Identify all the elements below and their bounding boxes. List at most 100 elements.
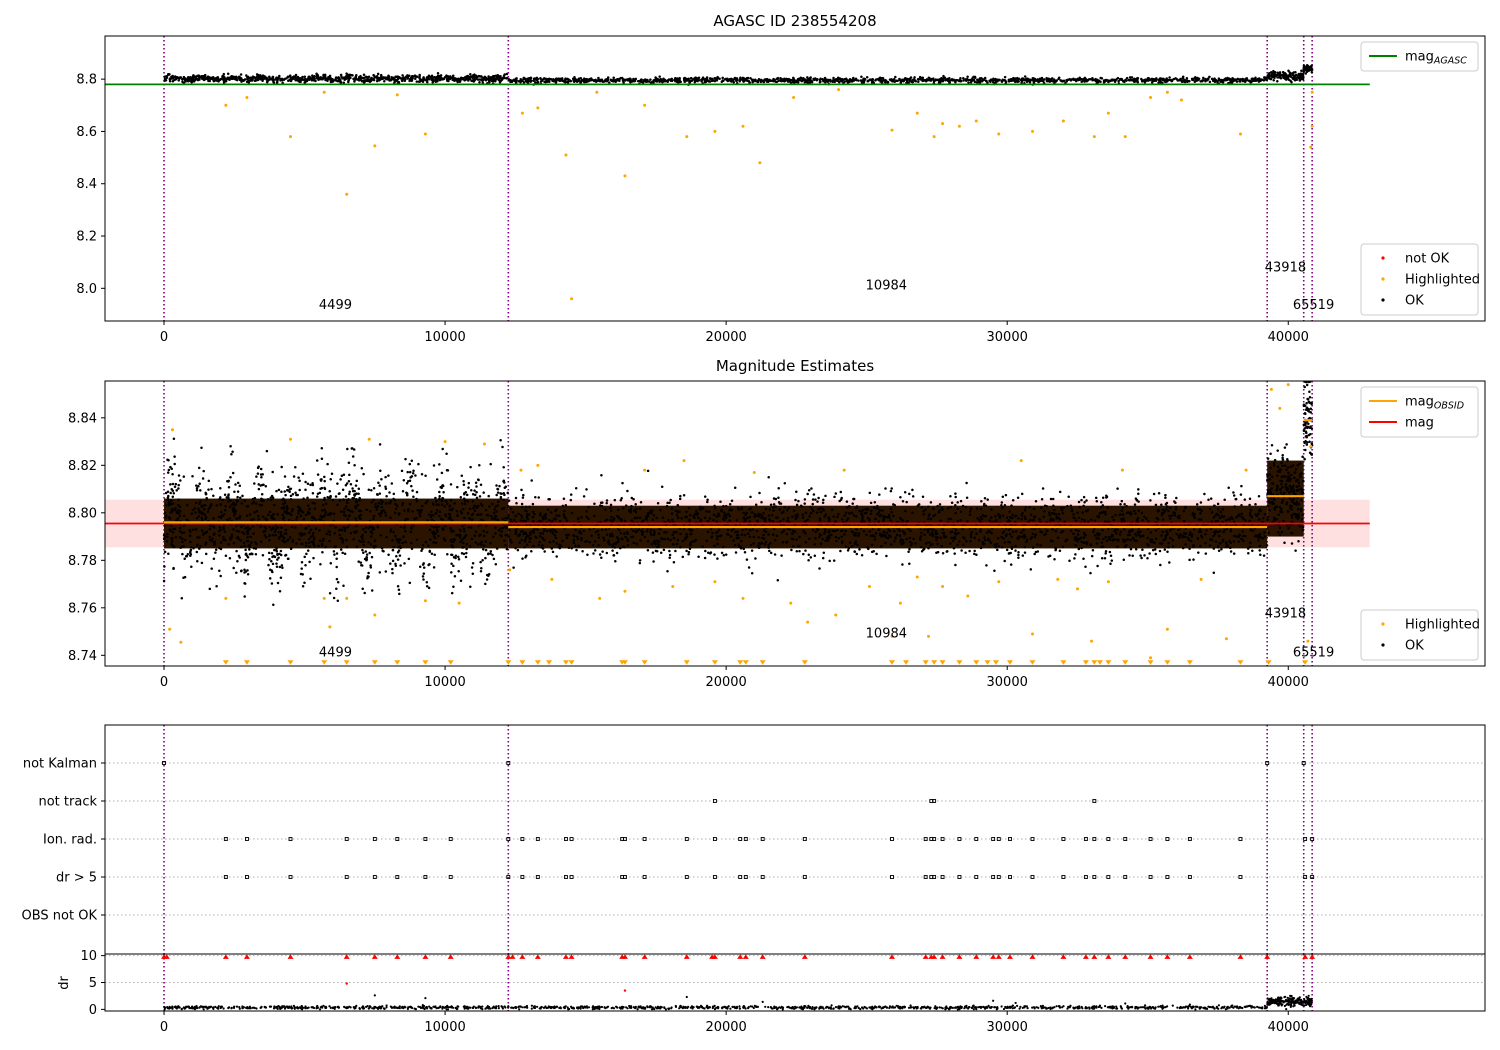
mid-ok-point	[245, 514, 249, 517]
mid-ok-point	[250, 552, 254, 556]
mid-ok-point	[415, 500, 419, 503]
mid-ok-point	[1191, 513, 1194, 517]
top-lower-legend-label: OK	[1405, 294, 1424, 309]
mid-ok-point	[345, 538, 348, 542]
mid-ok-point	[462, 552, 466, 556]
mid-ok-point	[712, 518, 715, 522]
mid-ok-point	[303, 555, 306, 559]
top-ok-point	[1282, 72, 1286, 75]
mid-ok-point	[204, 491, 207, 495]
mid-ok-point	[482, 529, 485, 533]
mid-ok-point	[401, 541, 405, 545]
mid-ok-point	[459, 510, 463, 513]
mid-ok-point	[250, 541, 253, 544]
mid-ok-point	[1082, 495, 1086, 499]
mid-ok-point	[362, 540, 366, 543]
mid-ok-point	[889, 543, 893, 546]
mid-ok-point	[194, 528, 198, 531]
top-highlighted-point	[288, 135, 292, 139]
top-ok-point	[1070, 78, 1073, 81]
mid-ok-point	[459, 495, 463, 499]
mid-ok-point	[537, 496, 540, 499]
mid-ok-point	[316, 492, 320, 495]
mid-ok-point	[598, 553, 602, 556]
mid-ok-point	[202, 469, 205, 473]
mid-ok-point	[474, 541, 478, 544]
mid-ok-point	[471, 518, 474, 521]
mid-ok-point	[335, 557, 338, 560]
mid-ok-point	[434, 541, 438, 544]
top-ok-point	[457, 78, 461, 82]
mid-ok-point	[493, 508, 496, 511]
mid-ok-point	[411, 489, 414, 492]
top-ok-point	[652, 81, 655, 84]
mid-ok-point	[689, 514, 692, 517]
mid-ok-point	[1127, 511, 1130, 514]
mid-ok-point	[238, 556, 241, 559]
mid-ok-point	[254, 547, 258, 550]
mid-ok-point	[503, 486, 507, 489]
mid-ok-point	[286, 489, 290, 492]
mid-ok-point	[1243, 498, 1247, 501]
mid-ok-point	[565, 519, 569, 523]
top-ok-point	[1297, 76, 1301, 80]
top-highlighted-point	[1238, 132, 1242, 136]
top-ok-point	[502, 74, 506, 77]
top-ok-point	[985, 79, 988, 83]
mid-ok-point	[311, 532, 315, 535]
top-ok-point	[625, 78, 629, 81]
top-ok-point	[389, 78, 393, 82]
mid-ok-point	[345, 545, 349, 549]
mid-ok-point	[852, 514, 856, 517]
mid-ok-point	[1203, 492, 1206, 496]
mid-ok-point	[1075, 519, 1078, 522]
mid-ok-point	[169, 524, 173, 527]
top-ok-point	[418, 76, 421, 79]
top-ok-point	[816, 78, 819, 81]
mid-ok-point	[302, 497, 305, 500]
mid-ok-point	[323, 479, 326, 483]
mid-ok-point	[459, 579, 463, 583]
mid-ok-point	[369, 510, 372, 513]
mid-ok-point	[950, 536, 953, 540]
top-ok-point	[1128, 79, 1131, 82]
top-ok-point	[877, 78, 881, 82]
mid-ok-point	[231, 471, 235, 475]
mid-ok-point	[868, 519, 871, 522]
mid-ok-point	[1103, 520, 1107, 523]
mid-ok-point	[989, 541, 993, 545]
mid-ok-point	[218, 546, 221, 550]
mid-ok-point	[607, 541, 610, 544]
mid-ok-point	[450, 553, 453, 556]
top-ok-point	[547, 77, 551, 80]
top-highlighted-point	[741, 124, 745, 128]
mid-ok-point	[822, 498, 825, 502]
mid-ok-point	[475, 485, 478, 488]
mid-ok-point	[401, 501, 405, 505]
mid-ok-point	[395, 537, 399, 541]
mid-ok-point	[169, 483, 172, 486]
mid-ok-point	[388, 491, 391, 494]
mid-ok-point	[634, 510, 638, 514]
mid-ok-point	[873, 501, 877, 504]
mid-ok-point	[228, 557, 232, 560]
top-obsid-label: 65519	[1293, 298, 1334, 313]
mid-ok-point	[479, 542, 482, 545]
mid-ok-point	[471, 500, 475, 503]
mid-ok-point	[352, 497, 356, 500]
mid-ok-point	[1199, 511, 1202, 515]
mid-ok-point	[715, 520, 719, 523]
mid-ok-point	[198, 511, 201, 514]
mid-ok-point	[333, 531, 337, 535]
mid-ok-point	[166, 498, 170, 501]
top-ok-point	[951, 79, 954, 82]
mid-ok-point	[907, 550, 910, 553]
mid-ok-point	[380, 478, 383, 481]
mid-ok-point	[528, 540, 531, 544]
top-ok-point	[513, 78, 516, 82]
mid-ok-point	[235, 517, 238, 521]
mid-ok-point	[534, 495, 537, 499]
mid-ok-point	[219, 541, 223, 544]
mid-ok-point	[387, 553, 390, 557]
top-ok-point	[640, 78, 643, 82]
